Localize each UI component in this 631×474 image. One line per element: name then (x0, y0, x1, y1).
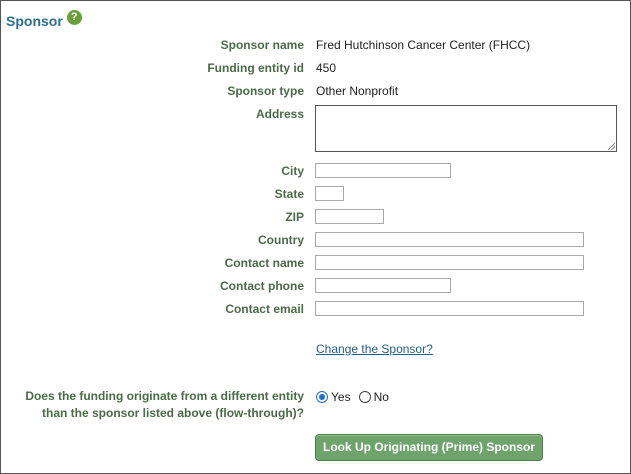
funding-entity-id-label: Funding entity id (207, 61, 304, 75)
flow-through-no-label[interactable]: No (374, 390, 389, 404)
flow-through-yes-label[interactable]: Yes (331, 390, 351, 404)
flow-through-radio-group: Yes No (316, 390, 397, 404)
flow-through-yes-radio[interactable] (316, 391, 328, 403)
help-icon[interactable]: ? (66, 9, 82, 25)
flow-through-question: Does the funding originate from a differ… (0, 388, 304, 422)
sponsor-name-value: Fred Hutchinson Cancer Center (FHCC) (316, 38, 531, 52)
resize-grip-icon[interactable] (608, 143, 615, 150)
section-title: Sponsor (6, 13, 63, 29)
country-label: Country (258, 233, 304, 247)
state-input[interactable] (315, 186, 344, 201)
country-input[interactable] (315, 232, 584, 247)
contact-email-input[interactable] (315, 301, 584, 316)
city-input[interactable] (315, 163, 451, 178)
city-label: City (281, 164, 304, 178)
state-label: State (274, 187, 304, 201)
sponsor-type-value: Other Nonprofit (316, 84, 399, 98)
contact-email-label: Contact email (225, 302, 304, 316)
zip-label: ZIP (285, 210, 304, 224)
funding-entity-id-value: 450 (316, 61, 337, 75)
lookup-prime-sponsor-button[interactable]: Look Up Originating (Prime) Sponsor (315, 434, 543, 461)
sponsor-panel: Sponsor ? Sponsor name Fred Hutchinson C… (0, 0, 631, 474)
change-sponsor-link[interactable]: Change the Sponsor? (316, 342, 433, 356)
address-textarea[interactable] (315, 105, 617, 152)
contact-name-input[interactable] (315, 255, 584, 270)
flow-through-no-radio[interactable] (358, 391, 371, 403)
zip-input[interactable] (315, 209, 384, 224)
sponsor-type-label: Sponsor type (227, 84, 304, 98)
flow-through-question-line2: than the sponsor listed above (flow-thro… (42, 406, 304, 420)
section-header: Sponsor ? (6, 9, 82, 32)
contact-phone-label: Contact phone (220, 279, 304, 293)
contact-name-label: Contact name (224, 256, 304, 270)
sponsor-name-label: Sponsor name (220, 38, 304, 52)
address-label: Address (255, 107, 304, 121)
contact-phone-input[interactable] (315, 278, 451, 293)
flow-through-question-line1: Does the funding originate from a differ… (25, 389, 304, 403)
